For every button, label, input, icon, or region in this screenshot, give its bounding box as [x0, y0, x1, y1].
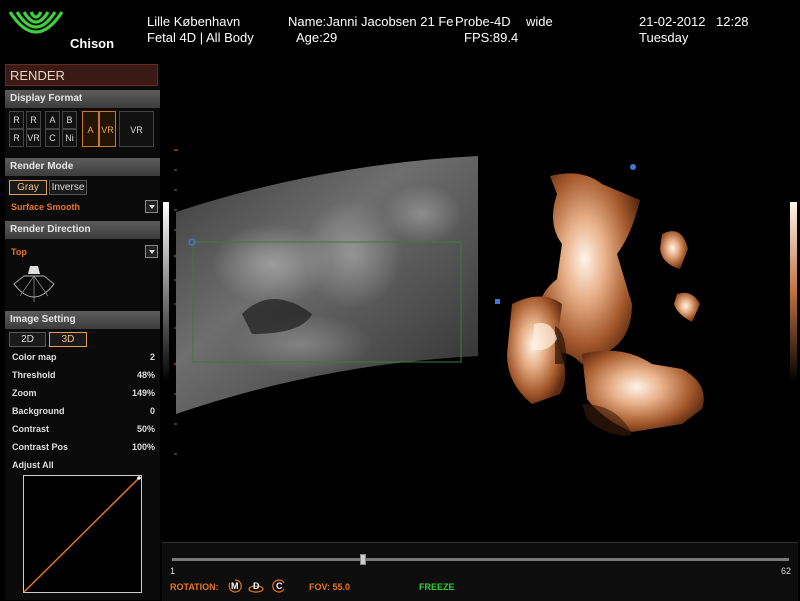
setting-row-contrast[interactable]: Contrast 50%: [12, 424, 155, 434]
format-vr-selected[interactable]: VR: [99, 111, 116, 147]
probe-mode: wide: [526, 14, 553, 29]
tab-2d[interactable]: 2D: [9, 332, 46, 347]
setting-row-zoom[interactable]: Zoom 149%: [12, 388, 155, 398]
format-r-2[interactable]: R: [26, 111, 41, 129]
freeze-status: FREEZE: [419, 582, 455, 592]
setting-row-threshold[interactable]: Threshold 48%: [12, 370, 155, 380]
rotation-point-handle[interactable]: [630, 164, 636, 170]
setting-row-background[interactable]: Background 0: [12, 406, 155, 416]
adjust-all-label: Adjust All: [12, 460, 54, 470]
cine-slider-track[interactable]: [172, 558, 789, 561]
tab-3d[interactable]: 3D: [49, 332, 87, 347]
time: 12:28: [716, 14, 749, 29]
chison-logo-icon: [8, 11, 64, 34]
surface-mode-value: Surface Smooth: [11, 202, 81, 212]
exam-preset: Fetal 4D | All Body: [147, 30, 254, 45]
weekday: Tuesday: [639, 30, 689, 45]
brand-name: Chison: [70, 36, 115, 51]
probe-orientation-icon: [13, 266, 55, 302]
bmode-image: [176, 156, 478, 414]
color-scale-bar: [790, 202, 797, 382]
format-c[interactable]: C: [45, 129, 60, 147]
slider-min-label: 1: [170, 566, 176, 576]
rotate-d-button[interactable]: D: [248, 578, 264, 594]
format-a[interactable]: A: [45, 111, 60, 129]
date: 21-02-2012: [639, 14, 706, 29]
cine-slider-thumb[interactable]: [360, 554, 367, 565]
rotate-m-button[interactable]: M: [227, 578, 243, 594]
surface-mode-dropdown[interactable]: [145, 200, 158, 213]
probe-name: Probe-4D: [455, 14, 511, 29]
curve-handle[interactable]: [137, 476, 141, 480]
setting-row-contrast-pos[interactable]: Contrast Pos 100%: [12, 442, 155, 452]
format-vr-full[interactable]: VR: [119, 111, 154, 147]
render-mode-header: Render Mode: [5, 158, 160, 176]
render-direction-dropdown[interactable]: [145, 245, 158, 258]
fps-readout: FPS:89.4: [464, 30, 519, 45]
setting-row-color-map[interactable]: Color map 2: [12, 352, 155, 362]
image-setting-header: Image Setting: [5, 311, 160, 329]
render-direction-value: Top: [11, 247, 27, 257]
patient-age: Age:29: [296, 30, 338, 45]
panel-title: RENDER: [5, 64, 158, 86]
ultrasound-viewport[interactable]: [162, 64, 800, 542]
format-r-1[interactable]: R: [9, 111, 24, 129]
hospital-name: Lille København: [147, 14, 241, 29]
rotation-label: ROTATION:: [170, 582, 219, 592]
fov-readout: FOV: 55.0: [309, 582, 351, 592]
slider-max-label: 62: [781, 566, 792, 576]
rendered-3d-image: [507, 173, 704, 436]
gray-scale-bar: [163, 202, 169, 382]
format-vr-1[interactable]: VR: [26, 129, 41, 147]
contrast-curve-graph[interactable]: [23, 475, 143, 594]
format-b[interactable]: B: [62, 111, 77, 129]
gray-button[interactable]: Gray: [9, 180, 47, 195]
render-direction-header: Render Direction: [5, 221, 160, 239]
crop-handle[interactable]: [495, 299, 500, 304]
format-a-selected[interactable]: A: [82, 111, 99, 147]
inverse-button[interactable]: Inverse: [49, 180, 87, 195]
patient-name: Name:Janni Jacobsen 21 Fe: [288, 14, 454, 29]
rotate-c-button[interactable]: C: [271, 578, 287, 594]
display-format-header: Display Format: [5, 90, 160, 108]
format-ni[interactable]: Ni: [62, 129, 77, 147]
format-r-3[interactable]: R: [9, 129, 24, 147]
